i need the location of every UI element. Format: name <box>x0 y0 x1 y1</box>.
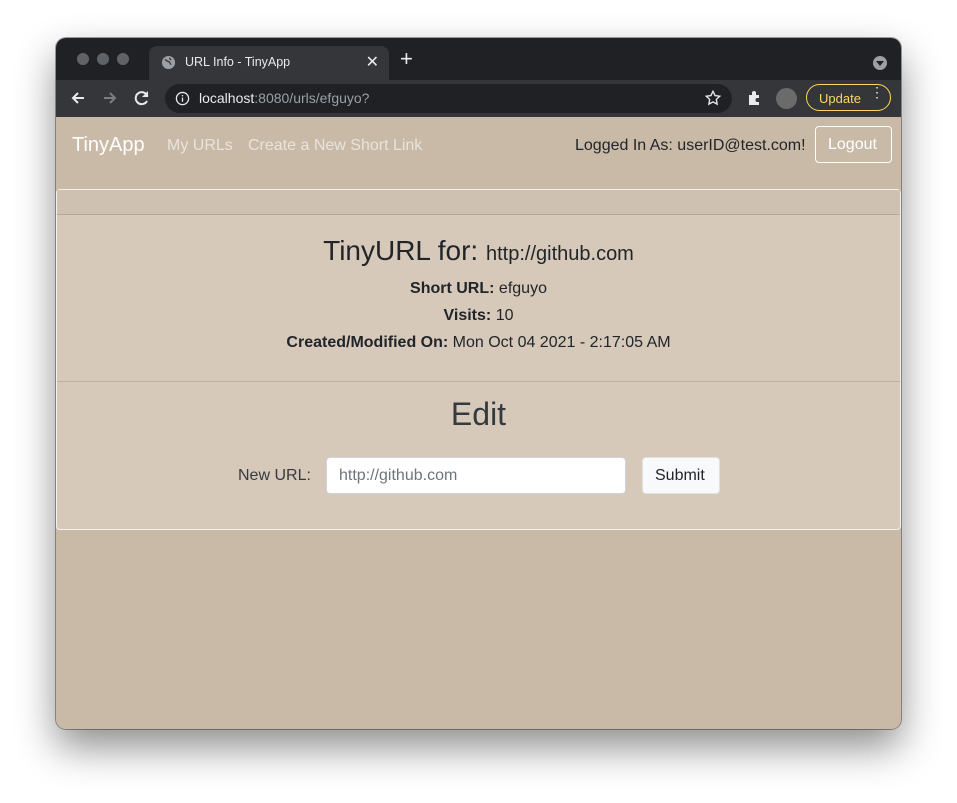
extensions-puzzle-icon[interactable] <box>746 89 764 107</box>
logout-button[interactable]: Logout <box>815 126 892 163</box>
tab-title: URL Info - TinyApp <box>185 55 291 69</box>
short-url-label: Short URL: <box>410 280 495 297</box>
profile-avatar[interactable] <box>776 88 797 109</box>
bookmark-star-icon[interactable] <box>704 89 722 107</box>
close-window-icon[interactable] <box>77 53 89 65</box>
card-header <box>57 190 900 215</box>
minimize-window-icon[interactable] <box>97 53 109 65</box>
logged-in-text: Logged In As: userID@test.com! <box>575 137 806 154</box>
page-content: TinyApp My URLs Create a New Short Link … <box>56 117 901 729</box>
submit-button[interactable]: Submit <box>642 457 720 494</box>
new-tab-icon[interactable]: + <box>400 48 413 70</box>
visits-label: Visits: <box>443 307 492 324</box>
logout-label: Logout <box>828 136 877 153</box>
update-label: Update <box>819 91 861 106</box>
site-info-icon[interactable] <box>175 91 190 106</box>
browser-window: URL Info - TinyApp ✕ + localhost:8080/ur… <box>56 38 901 729</box>
created-row: Created/Modified On: Mon Oct 04 2021 - 2… <box>57 334 900 352</box>
tab-close-icon[interactable]: ✕ <box>366 52 379 72</box>
url-info-card: TinyURL for: http://github.com Short URL… <box>56 189 901 530</box>
nav-link-my-urls[interactable]: My URLs <box>167 137 233 155</box>
browser-menu-icon[interactable]: ⋮ <box>870 85 884 99</box>
new-url-input[interactable] <box>326 457 626 494</box>
address-bar[interactable]: localhost:8080/urls/efguyo? <box>165 84 732 113</box>
reload-icon[interactable] <box>131 87 153 109</box>
short-url-row: Short URL: efguyo <box>57 280 900 298</box>
submit-label: Submit <box>655 467 705 484</box>
nav-link-create-short-link[interactable]: Create a New Short Link <box>248 137 422 155</box>
edit-section: Edit New URL: Submit <box>57 381 900 530</box>
card-body: TinyURL for: http://github.com Short URL… <box>57 215 900 381</box>
browser-toolbar: localhost:8080/urls/efguyo? Update ⋮ <box>56 80 901 117</box>
maximize-window-icon[interactable] <box>117 53 129 65</box>
update-button[interactable]: Update ⋮ <box>806 84 891 111</box>
back-arrow-icon[interactable] <box>67 87 89 109</box>
tinyurl-heading: TinyURL for: http://github.com <box>57 235 900 267</box>
globe-icon <box>161 55 176 70</box>
tab-url-info[interactable]: URL Info - TinyApp ✕ <box>149 46 389 80</box>
created-value: Mon Oct 04 2021 - 2:17:05 AM <box>452 334 671 351</box>
navbar-brand[interactable]: TinyApp <box>72 134 145 157</box>
title-bar: URL Info - TinyApp ✕ + <box>56 38 901 80</box>
url-path: :8080/urls/efguyo? <box>254 90 370 106</box>
short-url-value: efguyo <box>498 280 547 297</box>
long-url: http://github.com <box>485 243 634 265</box>
visits-row: Visits: 10 <box>57 307 900 325</box>
url-host: localhost <box>199 90 255 106</box>
new-url-label: New URL: <box>238 467 311 484</box>
visits-value: 10 <box>495 307 514 324</box>
forward-arrow-icon[interactable] <box>99 87 121 109</box>
edit-title: Edit <box>450 396 507 432</box>
created-label: Created/Modified On: <box>286 334 449 351</box>
tab-search-icon[interactable] <box>873 56 887 70</box>
address-url: localhost:8080/urls/efguyo? <box>199 90 369 106</box>
tinyurl-heading-lead: TinyURL for: <box>323 235 479 266</box>
